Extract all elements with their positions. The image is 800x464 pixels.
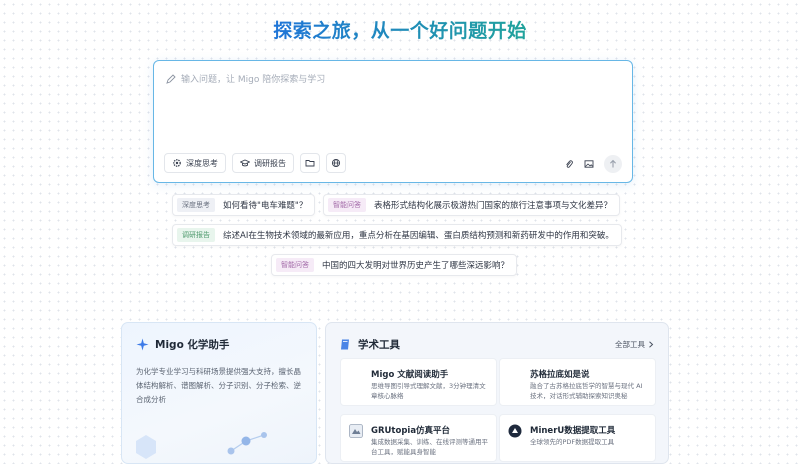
research-report-button[interactable]: 调研报告 bbox=[232, 153, 294, 173]
tool-name: Migo 文献阅读助手 bbox=[371, 370, 449, 380]
deep-think-button[interactable]: 深度思考 bbox=[164, 153, 226, 173]
tool-item-socrates[interactable]: 苏格拉底如是说 融合了古苏格拉底哲学的智慧与现代 AI 技术，对话形式辅助探索知… bbox=[499, 358, 656, 406]
graduation-cap-icon bbox=[240, 159, 250, 167]
suggestion-text: 表格形式结构化展示极游热门国家的旅行注意事项与文化差异？ bbox=[374, 201, 613, 211]
molecule-illustration bbox=[136, 432, 267, 459]
chem-assistant-card[interactable]: Migo 化学助手 为化学专业学习与科研场景提供强大支持，擅长晶体结构解析、谱图… bbox=[121, 322, 317, 464]
mineru-logo-icon bbox=[508, 424, 522, 438]
globe-button[interactable] bbox=[326, 153, 346, 173]
input-toolbar-left: 深度思考 调研报告 bbox=[164, 153, 346, 173]
book-icon bbox=[341, 339, 349, 350]
chem-card-description: 为化学专业学习与科研场景提供强大支持，擅长晶体结构解析、谱图解析、分子识别、分子… bbox=[136, 367, 301, 404]
tool-description: 思维导图引导式理解文献，3分钟理清文章核心脉络 bbox=[371, 382, 486, 400]
suggestion-chip[interactable]: 智能问答 中国的四大发明对世界历史产生了哪些深远影响？ bbox=[271, 254, 518, 276]
suggestion-chip[interactable]: 深度思考 如何看待"电车难题"？ bbox=[172, 194, 316, 216]
pencil-icon bbox=[166, 73, 176, 84]
suggestion-text: 中国的四大发明对世界历史产生了哪些深远影响？ bbox=[322, 261, 510, 271]
tool-name: 苏格拉底如是说 bbox=[530, 370, 590, 380]
suggestion-chip[interactable]: 调研报告 综述AI在生物技术领域的最新应用，重点分析在基因编辑、蛋白质结构预测和… bbox=[172, 224, 622, 246]
tool-description: 融合了古苏格拉底哲学的智慧与现代 AI 技术，对话形式辅助探索知识奥秘 bbox=[530, 382, 643, 400]
suggestion-text: 综述AI在生物技术领域的最新应用，重点分析在基因编辑、蛋白质结构预测和新药研发中… bbox=[223, 231, 614, 241]
globe-icon bbox=[331, 158, 341, 168]
tool-name: MinerU数据提取工具 bbox=[530, 426, 616, 436]
chem-card-title: Migo 化学助手 bbox=[155, 339, 230, 351]
tool-item-migo-reader[interactable]: Migo 文献阅读助手 思维导图引导式理解文献，3分钟理清文章核心脉络 bbox=[340, 358, 497, 406]
suggestion-text: 如何看待"电车难题"？ bbox=[223, 201, 308, 211]
academic-tools-card: 学术工具 全部工具 Migo 文献阅读助手 思维导图引导式理解文献，3分钟理清文… bbox=[325, 322, 669, 464]
paperclip-icon[interactable] bbox=[564, 159, 574, 169]
image-icon[interactable] bbox=[584, 159, 594, 169]
tool-item-grutopia[interactable]: GRUtopia仿真平台 集成数据采集、训练、在线评测等通用平台工具，赋能具身智… bbox=[340, 414, 497, 462]
chevron-right-icon bbox=[649, 341, 654, 348]
input-toolbar-right bbox=[564, 155, 622, 173]
sparkle-icon bbox=[136, 338, 149, 351]
suggestion-tag: 深度思考 bbox=[177, 198, 215, 212]
hero-title: 探索之旅，从一个好问题开始 bbox=[0, 16, 800, 43]
tool-description: 集成数据采集、训练、在线评测等通用平台工具，赋能具身智能 bbox=[371, 438, 488, 456]
suggestion-chip[interactable]: 智能问答 表格形式结构化展示极游热门国家的旅行注意事项与文化差异？ bbox=[323, 194, 621, 216]
arrow-up-icon bbox=[610, 159, 616, 168]
chem-card-header: Migo 化学助手 bbox=[136, 337, 229, 352]
send-button[interactable] bbox=[604, 155, 622, 173]
tools-card-title: 学术工具 bbox=[358, 339, 400, 351]
simulation-platform-icon bbox=[349, 424, 363, 438]
tool-name: GRUtopia仿真平台 bbox=[371, 426, 451, 436]
folder-icon bbox=[305, 160, 315, 167]
gear-icon bbox=[173, 159, 181, 167]
tool-description: 全球领先的PDF数据提取工具 bbox=[530, 438, 615, 446]
folder-button[interactable] bbox=[300, 153, 320, 173]
suggestion-tag: 智能问答 bbox=[276, 258, 314, 272]
suggestion-tag: 智能问答 bbox=[328, 198, 366, 212]
suggestion-tag: 调研报告 bbox=[177, 228, 215, 242]
tool-item-mineru[interactable]: MinerU数据提取工具 全球领先的PDF数据提取工具 bbox=[499, 414, 656, 462]
all-tools-link[interactable]: 全部工具 bbox=[615, 339, 654, 350]
question-input[interactable]: 输入问题，让 Migo 陪你探索与学习 bbox=[166, 72, 325, 85]
tools-card-header: 学术工具 bbox=[340, 337, 400, 352]
input-placeholder: 输入问题，让 Migo 陪你探索与学习 bbox=[181, 75, 326, 85]
question-input-box[interactable]: 输入问题，让 Migo 陪你探索与学习 深度思考 调研报告 bbox=[153, 60, 633, 183]
